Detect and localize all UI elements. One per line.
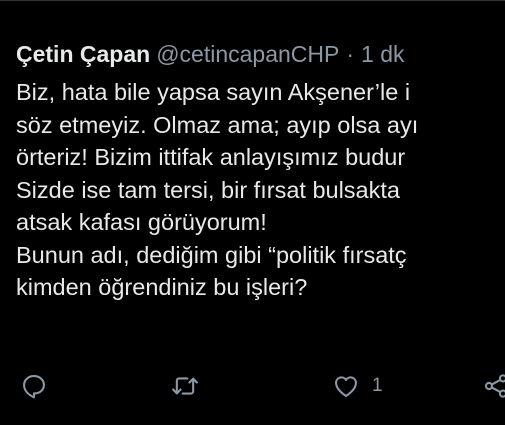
- reply-icon: [20, 372, 48, 400]
- share-button[interactable]: [482, 366, 505, 406]
- like-button[interactable]: 1: [332, 366, 383, 406]
- tweet-text-line: Sizde ise tam tersi, bir fırsat bulsakta: [16, 176, 400, 203]
- tweet-text-line: Biz, hata bile yapsa sayın Akşener’le i: [16, 79, 411, 105]
- retweet-icon: [171, 372, 199, 400]
- tweet-action-bar: 1: [0, 366, 505, 406]
- top-divider: [0, 0, 505, 1]
- retweet-button[interactable]: [171, 366, 199, 406]
- tweet-text-line: Bunun adı, dediğim gibi “politik fırsatç: [16, 241, 407, 268]
- header-separator: ·: [346, 41, 355, 67]
- tweet-header: Çetin Çapan @cetincapanCHP · 1 dk: [16, 38, 405, 70]
- like-count: 1: [372, 375, 383, 396]
- tweet-card: Çetin Çapan @cetincapanCHP · 1 dk Biz, hata…: [0, 0, 505, 425]
- tweet-text-line: söz etmeyiz. Olmaz ama; ayıp olsa ayı: [16, 111, 419, 138]
- tweet-text-line: kimden öğrendiniz bu işleri?: [16, 274, 308, 300]
- author-display-name[interactable]: Çetin Çapan: [16, 41, 150, 67]
- author-handle[interactable]: @cetincapanCHP: [156, 41, 339, 67]
- heart-icon: [332, 372, 360, 400]
- reply-button[interactable]: [20, 366, 48, 406]
- tweet-text: Biz, hata bile yapsa sayın Akşener’le i …: [16, 76, 505, 304]
- tweet-timestamp[interactable]: 1 dk: [361, 41, 404, 67]
- share-icon: [482, 372, 505, 400]
- tweet-text-line: örteriz! Bizim ittifak anlayışımız budur: [16, 144, 406, 170]
- tweet-text-line: atsak kafası görüyorum!: [16, 209, 267, 235]
